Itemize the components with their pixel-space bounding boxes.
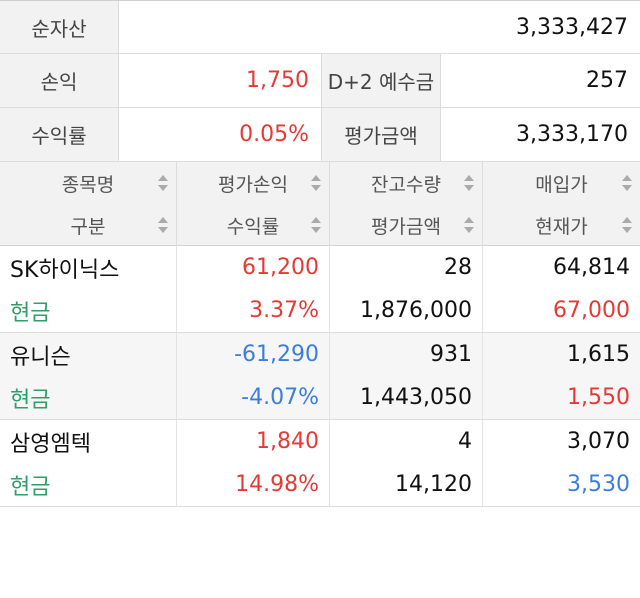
quantity: 931 [330, 333, 483, 376]
header-label: 평가손익 [218, 173, 288, 196]
pnl-value: 1,750 [246, 68, 309, 93]
net-assets-value: 3,333,427 [516, 14, 628, 40]
eval-pnl: 1,840 [177, 420, 330, 463]
header-label: 현재가 [535, 215, 588, 238]
sort-icon [158, 175, 168, 191]
header-label: 수익률 [226, 215, 280, 238]
header-label: 구분 [70, 215, 106, 238]
header-label: 잔고수량 [371, 173, 441, 196]
holding-type: 현금 [0, 289, 177, 332]
eval-pnl: -61,290 [177, 333, 330, 376]
holding-row[interactable]: 유니슨 -61,290 931 1,615 현금 -4.07% 1,443,05… [0, 333, 640, 420]
header-current-price[interactable]: 현재가 [483, 204, 640, 246]
header-label: 평가금액 [371, 215, 441, 238]
return-rate: 14.98% [177, 463, 330, 506]
deposit-label: D+2 예수금 [321, 54, 441, 107]
eval-amount: 1,876,000 [330, 289, 483, 332]
eval-amount: 1,443,050 [330, 376, 483, 419]
sort-icon [464, 175, 474, 191]
stock-name: 삼영엠텍 [0, 420, 177, 463]
summary-row-pnl: 손익 1,750 D+2 예수금 257 [0, 54, 640, 108]
holding-row[interactable]: SK하이닉스 61,200 28 64,814 현금 3.37% 1,876,0… [0, 246, 640, 333]
header-row-1: 종목명 평가손익 잔고수량 매입가 [0, 162, 640, 204]
eval-amount-label: 평가금액 [321, 108, 441, 161]
sort-icon [311, 175, 321, 191]
buy-price: 64,814 [553, 255, 630, 280]
header-eval-amount[interactable]: 평가금액 [330, 204, 483, 246]
buy-price: 3,070 [567, 429, 630, 454]
account-summary: 순자산 3,333,427 손익 1,750 D+2 예수금 257 수익률 0… [0, 0, 640, 162]
eval-pnl: 61,200 [177, 246, 330, 289]
stock-name: 유니슨 [0, 333, 177, 376]
holding-row[interactable]: 삼영엠텍 1,840 4 3,070 현금 14.98% 14,120 3,53… [0, 420, 640, 507]
header-quantity[interactable]: 잔고수량 [330, 162, 483, 204]
holdings-grid: 종목명 평가손익 잔고수량 매입가 구분 수익률 평가금액 현재가 SK하이닉스… [0, 162, 640, 507]
eval-amount: 14,120 [330, 463, 483, 506]
return-rate: -4.07% [177, 376, 330, 419]
return-value: 0.05% [239, 122, 309, 147]
header-row-2: 구분 수익률 평가금액 현재가 [0, 204, 640, 246]
return-rate: 3.37% [177, 289, 330, 332]
header-label: 매입가 [535, 173, 588, 196]
current-price: 3,530 [567, 472, 630, 497]
sort-icon [622, 175, 632, 191]
summary-row-return: 수익률 0.05% 평가금액 3,333,170 [0, 108, 640, 162]
net-assets-label: 순자산 [0, 1, 119, 53]
eval-amount-value: 3,333,170 [516, 122, 628, 147]
quantity: 28 [330, 246, 483, 289]
header-eval-pnl[interactable]: 평가손익 [177, 162, 330, 204]
header-return-rate[interactable]: 수익률 [177, 204, 330, 246]
header-label: 종목명 [61, 173, 115, 196]
header-buy-price[interactable]: 매입가 [483, 162, 640, 204]
pnl-label: 손익 [0, 54, 119, 107]
header-stock-name[interactable]: 종목명 [0, 162, 177, 204]
return-label: 수익률 [0, 108, 119, 161]
holding-type: 현금 [0, 463, 177, 506]
buy-price: 1,615 [567, 342, 630, 367]
quantity: 4 [330, 420, 483, 463]
current-price: 1,550 [567, 385, 630, 410]
stock-name: SK하이닉스 [0, 246, 177, 289]
summary-row-net-assets: 순자산 3,333,427 [0, 1, 640, 54]
holding-type: 현금 [0, 376, 177, 419]
sort-icon [158, 217, 168, 233]
sort-icon [464, 217, 474, 233]
header-type[interactable]: 구분 [0, 204, 177, 246]
sort-icon [622, 217, 632, 233]
sort-icon [311, 217, 321, 233]
current-price: 67,000 [553, 298, 630, 323]
deposit-value: 257 [586, 68, 628, 93]
